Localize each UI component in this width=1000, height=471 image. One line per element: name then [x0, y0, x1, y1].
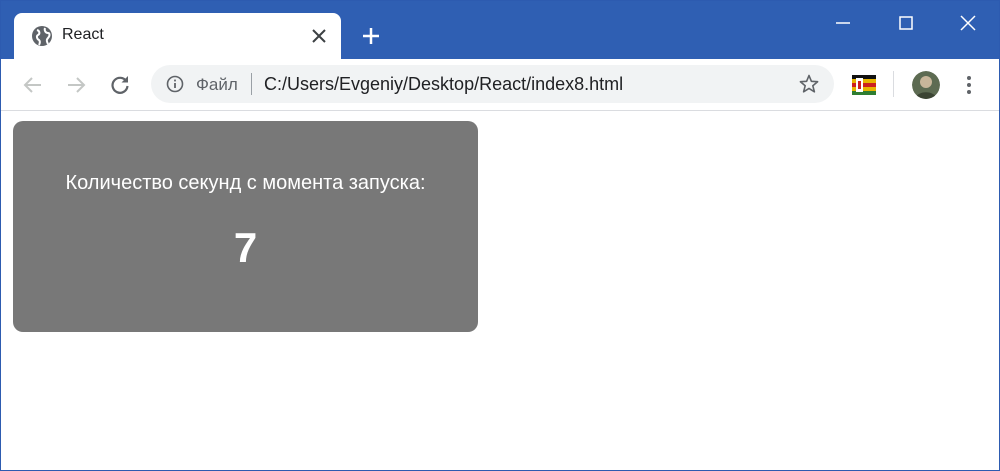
close-icon[interactable] [310, 27, 328, 45]
minimize-icon[interactable] [829, 9, 857, 37]
reload-icon[interactable] [107, 72, 133, 98]
tab-title: React [62, 26, 104, 43]
address-divider [251, 73, 252, 95]
timer-value: 7 [233, 224, 258, 271]
forward-arrow-icon[interactable] [63, 72, 89, 98]
security-label: Файл [196, 75, 238, 94]
title-bar: React [1, 1, 999, 59]
window-close-icon[interactable] [954, 9, 982, 37]
star-icon[interactable] [798, 73, 820, 95]
page-content: Количество секунд с момента запуска: 7 [1, 112, 999, 470]
tab-react[interactable]: React [14, 13, 341, 59]
toolbar: Файл C:/Users/Evgeniy/Desktop/React/inde… [1, 59, 999, 111]
extension-flag-icon[interactable] [852, 75, 876, 95]
address-bar[interactable]: Файл C:/Users/Evgeniy/Desktop/React/inde… [151, 65, 834, 103]
avatar[interactable] [912, 71, 940, 99]
back-arrow-icon[interactable] [20, 72, 46, 98]
more-vertical-icon[interactable] [961, 73, 977, 97]
timer-card: Количество секунд с момента запуска: 7 [13, 121, 478, 332]
info-icon[interactable] [166, 75, 184, 93]
globe-icon [31, 25, 53, 47]
toolbar-divider [893, 71, 894, 97]
maximize-icon[interactable] [892, 9, 920, 37]
url-text[interactable]: C:/Users/Evgeniy/Desktop/React/index8.ht… [264, 74, 623, 95]
browser-window: React Файл C:/Users/Evgeniy/Desktop/Reac… [0, 0, 1000, 471]
new-tab-button[interactable] [360, 25, 382, 47]
timer-label: Количество секунд с момента запуска: [65, 172, 426, 194]
